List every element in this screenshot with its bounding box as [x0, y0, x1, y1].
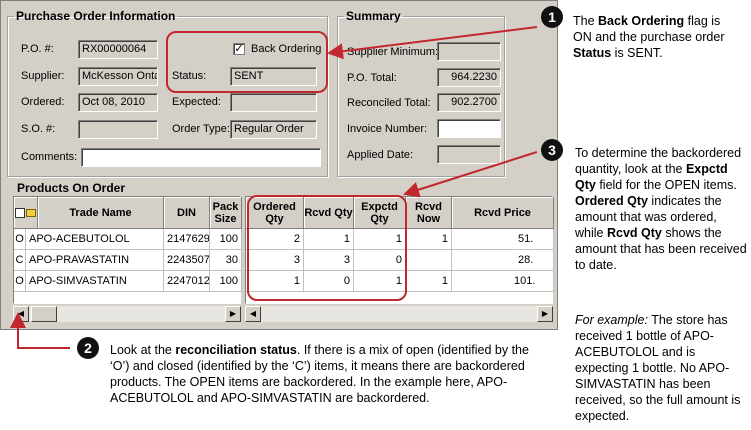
arrow-3: [403, 151, 538, 198]
note-2: Look at the reconciliation status. If th…: [110, 343, 529, 405]
badge-3: 3: [541, 139, 563, 161]
note-4: For example: The store has received 1 bo…: [575, 313, 741, 423]
arrow-2: [10, 312, 70, 349]
note-1: The Back Ordering flag is ON and the pur…: [573, 14, 725, 60]
arrow-1: [327, 26, 538, 60]
note-3: To determine the backordered quantity, l…: [575, 146, 747, 272]
badge-2: 2: [77, 337, 99, 359]
badge-1: 1: [541, 6, 563, 28]
